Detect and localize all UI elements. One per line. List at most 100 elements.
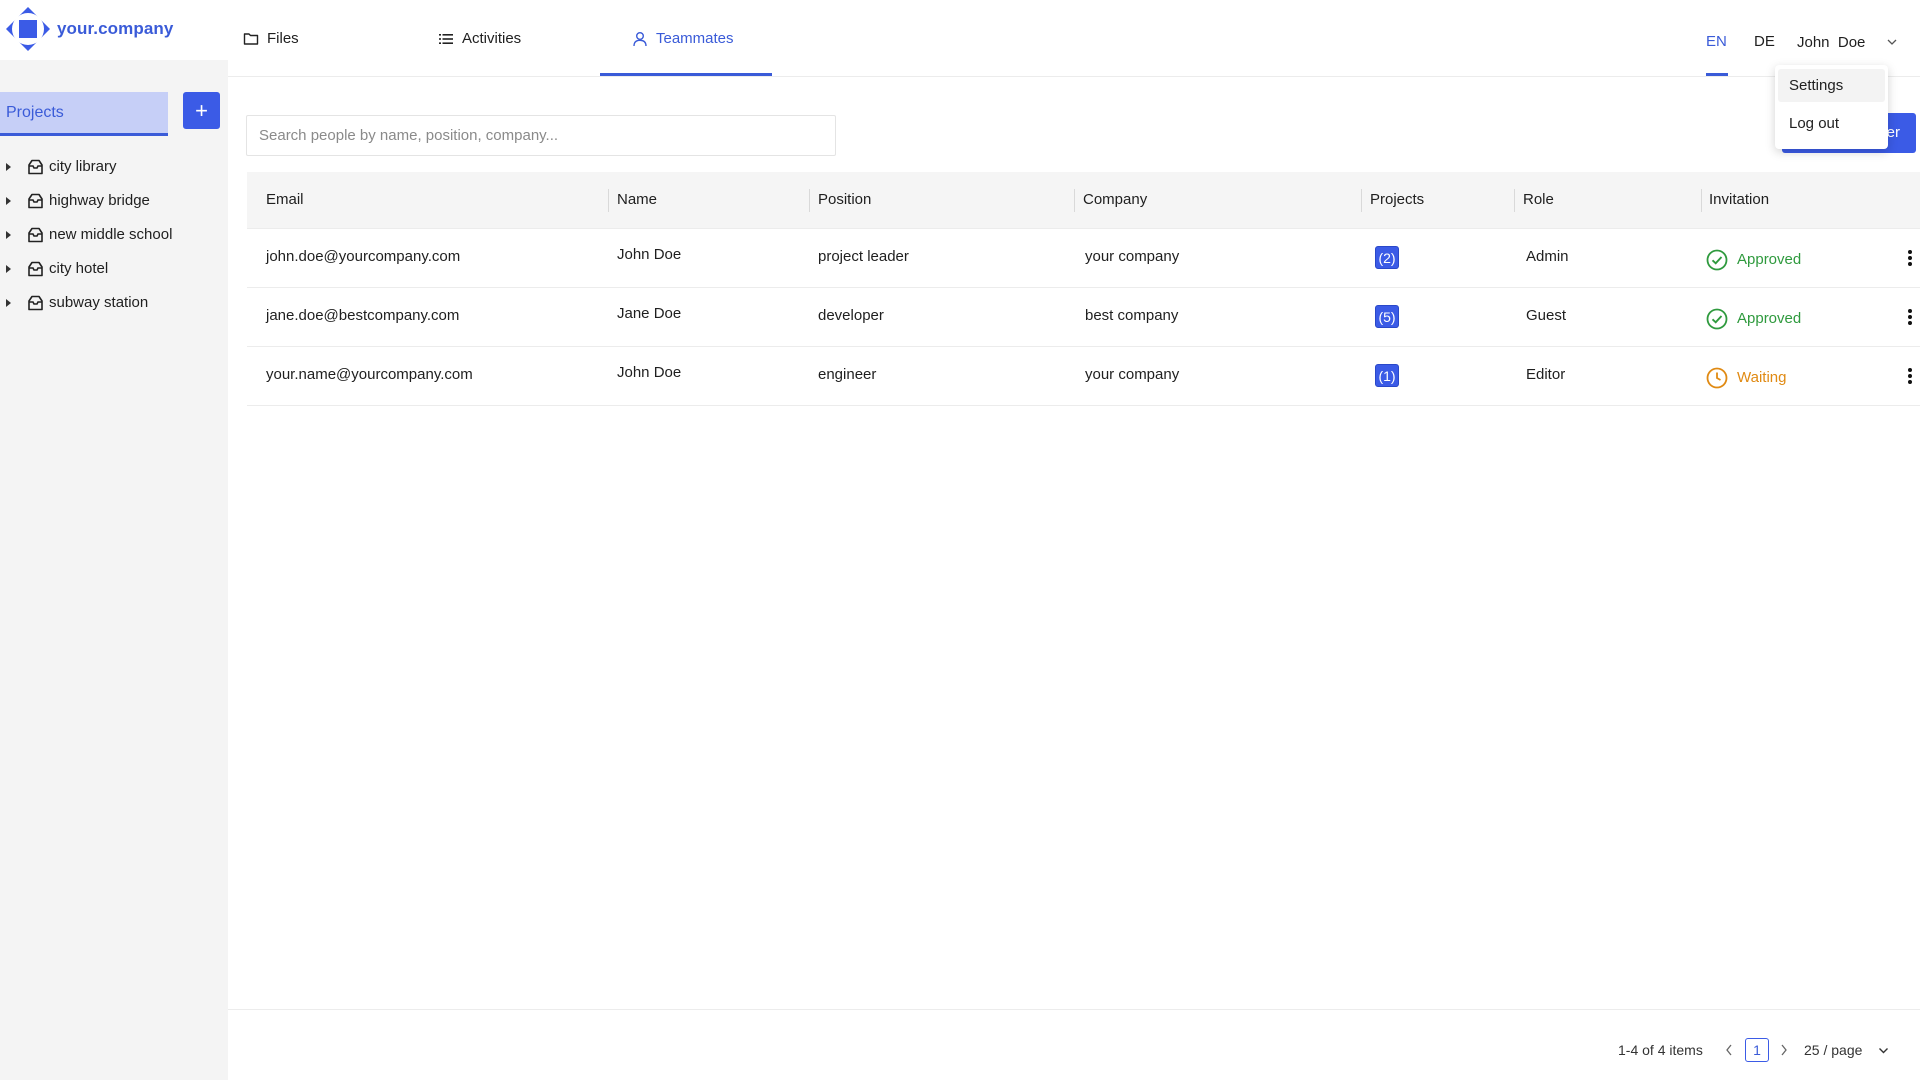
page-number-current[interactable]: 1 — [1745, 1038, 1769, 1062]
user-menu-name[interactable]: John Doe — [1797, 34, 1865, 51]
caret-right-icon[interactable] — [6, 299, 11, 307]
projects-tab[interactable]: Projects — [0, 92, 168, 136]
cell-email: john.doe@yourcompany.com — [266, 248, 461, 265]
caret-right-icon[interactable] — [6, 197, 11, 205]
cell-company: best company — [1085, 307, 1179, 324]
column-projects[interactable]: Projects — [1370, 191, 1424, 208]
chevron-right-icon[interactable] — [1779, 1043, 1789, 1057]
cell-position: engineer — [818, 366, 877, 383]
cell-role: Editor — [1526, 366, 1566, 383]
project-item-new-middle-school[interactable]: new middle school — [0, 218, 228, 252]
cell-name: John Doe — [617, 364, 682, 381]
company-name[interactable]: your.company — [57, 19, 173, 39]
check-circle-icon — [1706, 308, 1728, 330]
tab-files-label: Files — [267, 30, 299, 47]
project-label: city hotel — [49, 260, 109, 277]
logo-area: your.company — [0, 0, 228, 60]
table-row[interactable]: john.doe@yourcompany.com John Doe projec… — [247, 229, 1920, 288]
invitation-status: Waiting — [1706, 366, 1787, 389]
column-position[interactable]: Position — [818, 191, 871, 208]
active-language-indicator — [1706, 73, 1728, 76]
top-navigation: Files Activities Teammates — [228, 0, 1920, 77]
column-divider — [608, 189, 609, 212]
tab-teammates-label: Teammates — [656, 30, 734, 47]
page-size-value: 25 / page — [1804, 1042, 1863, 1058]
page-size-select[interactable]: 25 / page — [1798, 1034, 1894, 1066]
inbox-icon — [28, 227, 43, 243]
cell-position: project leader — [818, 248, 909, 265]
caret-right-icon[interactable] — [6, 231, 11, 239]
tab-activities-label: Activities — [462, 30, 522, 47]
invitation-status-label: Approved — [1737, 250, 1802, 268]
column-divider — [1514, 189, 1515, 212]
table-row[interactable]: your.name@yourcompany.com John Doe engin… — [247, 347, 1920, 406]
invitation-status: Approved — [1706, 307, 1802, 330]
column-divider — [809, 189, 810, 212]
project-item-highway-bridge[interactable]: highway bridge — [0, 184, 228, 218]
user-icon — [633, 31, 647, 46]
projects-count-badge[interactable]: (2) — [1375, 246, 1399, 269]
cell-email: your.name@yourcompany.com — [266, 366, 473, 383]
folder-icon — [243, 32, 259, 45]
chevron-down-icon[interactable] — [1886, 36, 1898, 48]
column-role[interactable]: Role — [1523, 191, 1554, 208]
cell-name: Jane Doe — [617, 305, 682, 322]
chevron-down-icon — [1879, 1048, 1888, 1054]
caret-right-icon[interactable] — [6, 163, 11, 171]
active-tab-indicator — [600, 73, 772, 76]
cell-company: your company — [1085, 248, 1180, 265]
column-company[interactable]: Company — [1083, 191, 1147, 208]
cell-company: your company — [1085, 366, 1180, 383]
cell-role: Admin — [1526, 248, 1569, 265]
table-row[interactable]: jane.doe@bestcompany.com Jane Doe develo… — [247, 288, 1920, 347]
inbox-icon — [28, 159, 43, 175]
column-divider — [1361, 189, 1362, 212]
table-header: Email Name Position Company Projects Rol… — [247, 172, 1920, 229]
more-vertical-icon[interactable] — [1907, 307, 1913, 327]
company-logo-icon[interactable] — [5, 6, 51, 52]
project-label: new middle school — [49, 226, 173, 243]
menu-item-logout[interactable]: Log out — [1778, 107, 1885, 140]
invitation-status-label: Waiting — [1737, 368, 1787, 386]
project-label: highway bridge — [49, 192, 150, 209]
clock-icon — [1706, 367, 1728, 389]
tab-activities[interactable]: Activities — [438, 0, 521, 77]
project-item-subway-station[interactable]: subway station — [0, 286, 228, 320]
menu-item-settings[interactable]: Settings — [1778, 69, 1885, 102]
language-en[interactable]: EN — [1706, 33, 1727, 50]
pagination-range: 1-4 of 4 items — [1618, 1042, 1703, 1058]
tab-files[interactable]: Files — [243, 0, 299, 77]
more-vertical-icon[interactable] — [1907, 366, 1913, 386]
chevron-left-icon[interactable] — [1724, 1043, 1734, 1057]
projects-count-badge[interactable]: (1) — [1375, 364, 1399, 387]
pagination-bar: 1-4 of 4 items 1 25 / page — [228, 1009, 1920, 1080]
projects-count-badge[interactable]: (5) — [1375, 305, 1399, 328]
inbox-icon — [28, 193, 43, 209]
project-label: subway station — [49, 294, 149, 311]
cell-email: jane.doe@bestcompany.com — [266, 307, 460, 324]
column-divider — [1074, 189, 1075, 212]
add-project-button[interactable]: + — [183, 92, 220, 129]
project-label: city library — [49, 158, 117, 175]
list-icon — [439, 33, 453, 44]
invitation-status-label: Approved — [1737, 309, 1802, 327]
people-search-input[interactable] — [246, 115, 836, 156]
column-divider — [1701, 189, 1702, 212]
inbox-icon — [28, 261, 43, 277]
sidebar: your.company Projects + city library hig… — [0, 0, 228, 1080]
caret-right-icon[interactable] — [6, 265, 11, 273]
cell-role: Guest — [1526, 307, 1567, 324]
column-email[interactable]: Email — [266, 191, 304, 208]
project-item-city-library[interactable]: city library — [0, 150, 228, 184]
project-item-city-hotel[interactable]: city hotel — [0, 252, 228, 286]
column-name[interactable]: Name — [617, 191, 657, 208]
inbox-icon — [28, 295, 43, 311]
language-de[interactable]: DE — [1754, 33, 1775, 50]
user-dropdown-menu: Settings Log out — [1775, 65, 1888, 149]
tab-teammates[interactable]: Teammates — [632, 0, 734, 77]
column-invitation[interactable]: Invitation — [1709, 191, 1769, 208]
project-tree: city library highway bridge new middle s… — [0, 150, 228, 320]
check-circle-icon — [1706, 249, 1728, 271]
more-vertical-icon[interactable] — [1907, 248, 1913, 268]
cell-name: John Doe — [617, 246, 682, 263]
